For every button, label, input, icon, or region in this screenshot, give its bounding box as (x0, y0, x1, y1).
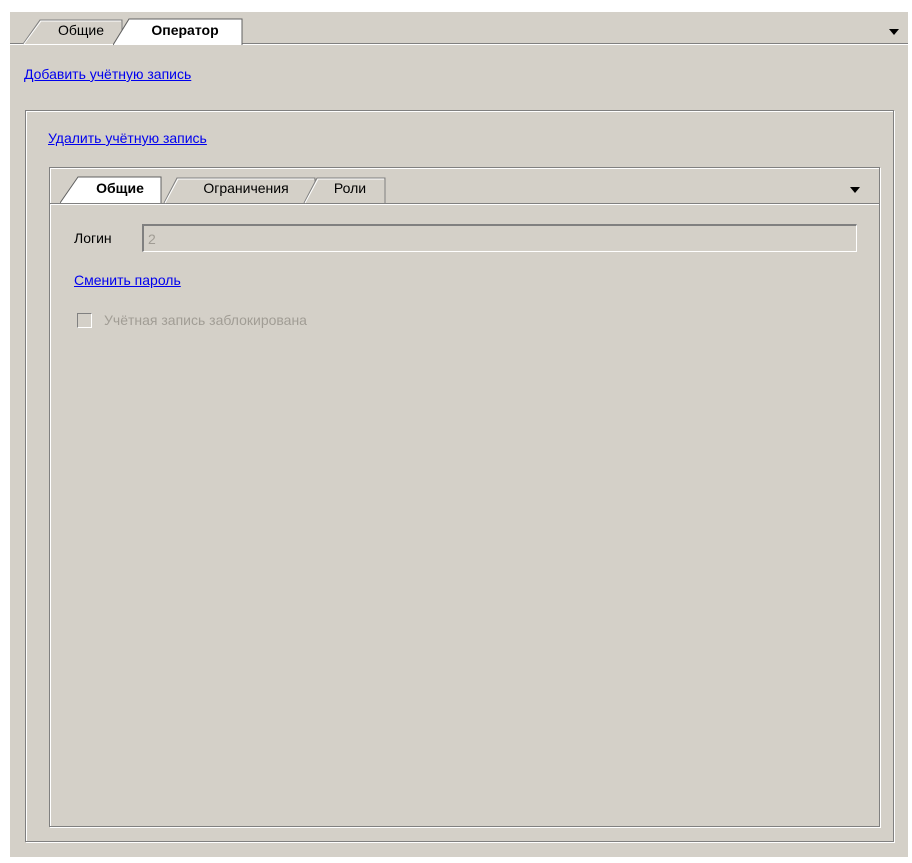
chevron-down-icon[interactable] (889, 29, 899, 35)
login-input[interactable] (142, 224, 857, 252)
change-password-link[interactable]: Сменить пароль (74, 272, 181, 288)
delete-account-link[interactable]: Удалить учётную запись (48, 130, 207, 146)
inner-tab-restrictions[interactable]: Ограничения (160, 176, 320, 204)
properties-window: Общие Оператор Добавить учётную запись У… (10, 12, 908, 857)
inner-tab-roles[interactable]: Роли (300, 176, 390, 204)
inner-tab-strip-highlight (50, 204, 879, 205)
add-account-link[interactable]: Добавить учётную запись (24, 66, 191, 82)
tab-general-label: Общие (57, 22, 105, 38)
tab-operator[interactable]: Оператор (113, 18, 245, 46)
tab-general[interactable]: Общие (22, 18, 126, 45)
account-tab-panel: Общие Ограничения Роли Логин Сменить пар… (49, 167, 880, 827)
outer-tab-strip: Общие Оператор (10, 12, 908, 46)
account-locked-label: Учётная запись заблокирована (104, 312, 307, 328)
account-locked-checkbox[interactable] (77, 313, 92, 328)
inner-tab-restrictions-label: Ограничения (203, 180, 289, 196)
inner-tab-general-label: Общие (96, 180, 144, 196)
login-label: Логин (74, 230, 112, 246)
tab-operator-label: Оператор (151, 22, 219, 38)
inner-tab-general[interactable]: Общие (60, 176, 164, 204)
inner-tab-roles-label: Роли (333, 180, 367, 196)
chevron-down-icon[interactable] (850, 187, 860, 193)
